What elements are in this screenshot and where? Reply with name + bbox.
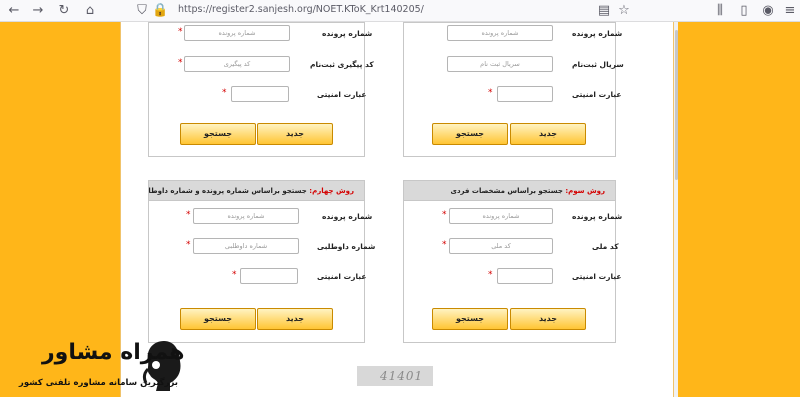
required-mark: * bbox=[488, 270, 493, 280]
method-label: روش سوم: bbox=[565, 187, 605, 195]
label-file-number: شماره پرونده bbox=[322, 29, 373, 38]
security-phrase-input[interactable] bbox=[231, 86, 289, 102]
label-file-number: شماره پرونده bbox=[322, 212, 373, 221]
forward-icon[interactable]: → bbox=[30, 3, 46, 19]
label-security-phrase: عبارت امنیتی bbox=[572, 272, 622, 281]
label-tracking-code: کد پیگیری ثبت‌نام bbox=[310, 60, 374, 69]
bookmark-star-icon[interactable]: ☆ bbox=[616, 3, 632, 19]
home-icon[interactable]: ⌂ bbox=[82, 3, 98, 19]
shield-icon[interactable]: ⛉ bbox=[134, 3, 150, 19]
required-mark: * bbox=[442, 210, 447, 220]
new-button[interactable]: جدید bbox=[510, 123, 586, 145]
security-phrase-input[interactable] bbox=[497, 86, 553, 102]
label-security-phrase: عبارت امنیتی bbox=[572, 90, 622, 99]
browser-toolbar: ← → ↻ ⌂ ⛉ 🔒 https://register2.sanjesh.or… bbox=[0, 0, 800, 22]
method-title: جستجو براساس شماره پرونده و شماره داوطلب… bbox=[149, 187, 310, 195]
reader-view-icon[interactable]: ▤ bbox=[596, 3, 612, 19]
registration-serial-input[interactable]: سریال ثبت نام bbox=[447, 56, 553, 72]
account-icon[interactable]: ◉ bbox=[760, 3, 776, 19]
label-security-phrase: عبارت امنیتی bbox=[317, 272, 367, 281]
scrollbar-thumb[interactable] bbox=[675, 30, 678, 180]
right-margin bbox=[678, 22, 800, 397]
applicant-number-input[interactable]: شماره داوطلبی bbox=[193, 238, 299, 254]
lock-icon[interactable]: 🔒 bbox=[152, 3, 168, 19]
menu-icon[interactable]: ≡ bbox=[782, 3, 798, 19]
label-security-phrase: عبارت امنیتی bbox=[317, 90, 367, 99]
method-title: جستجو براساس مشخصات فردی bbox=[450, 187, 566, 195]
required-mark: * bbox=[442, 240, 447, 250]
new-button[interactable]: جدید bbox=[257, 123, 333, 145]
library-icon[interactable]: ⫼ bbox=[712, 3, 728, 19]
required-mark: * bbox=[488, 88, 493, 98]
captcha-text: 41401 bbox=[380, 369, 424, 383]
url-text[interactable]: https://register2.sanjesh.org/NOET.KToK_… bbox=[178, 4, 424, 15]
required-mark: * bbox=[178, 27, 183, 37]
label-national-code: کد ملی bbox=[592, 242, 619, 251]
search-button[interactable]: جستجو bbox=[180, 123, 256, 145]
new-button[interactable]: جدید bbox=[510, 308, 586, 330]
url-bar[interactable]: ⛉ 🔒 https://register2.sanjesh.org/NOET.K… bbox=[137, 2, 626, 20]
tracking-code-input[interactable]: کد پیگیری bbox=[184, 56, 290, 72]
logo-subtitle: بزرگترین سامانه مشاوره تلفنی کشور bbox=[18, 378, 178, 388]
logo-title: همراه مشاور bbox=[42, 340, 185, 365]
security-phrase-input[interactable] bbox=[497, 268, 553, 284]
label-registration-serial: سریال ثبت‌نام bbox=[572, 60, 624, 69]
file-number-input[interactable]: شماره پرونده bbox=[449, 208, 553, 224]
national-code-input[interactable]: کد ملی bbox=[449, 238, 553, 254]
panel-header: روش سوم: جستجو براساس مشخصات فردی bbox=[404, 181, 615, 201]
new-button[interactable]: جدید bbox=[257, 308, 333, 330]
file-number-input[interactable]: شماره پرونده bbox=[447, 25, 553, 41]
method-label: روش چهارم: bbox=[309, 187, 354, 195]
search-button[interactable]: جستجو bbox=[180, 308, 256, 330]
label-applicant-number: شماره داوطلبی bbox=[317, 242, 376, 251]
required-mark: * bbox=[232, 270, 237, 280]
panel-header: روش چهارم: جستجو براساس شماره پرونده و ش… bbox=[149, 181, 364, 201]
reload-icon[interactable]: ↻ bbox=[56, 3, 72, 19]
security-phrase-input[interactable] bbox=[240, 268, 298, 284]
sidebar-icon[interactable]: ▯ bbox=[736, 3, 752, 19]
required-mark: * bbox=[222, 88, 227, 98]
label-file-number: شماره پرونده bbox=[572, 29, 623, 38]
required-mark: * bbox=[186, 240, 191, 250]
search-button[interactable]: جستجو bbox=[432, 308, 508, 330]
search-button[interactable]: جستجو bbox=[432, 123, 508, 145]
file-number-input[interactable]: شماره پرونده bbox=[184, 25, 290, 41]
back-icon[interactable]: ← bbox=[6, 3, 22, 19]
file-number-input[interactable]: شماره پرونده bbox=[193, 208, 299, 224]
label-file-number: شماره پرونده bbox=[572, 212, 623, 221]
required-mark: * bbox=[186, 210, 191, 220]
required-mark: * bbox=[178, 58, 183, 68]
